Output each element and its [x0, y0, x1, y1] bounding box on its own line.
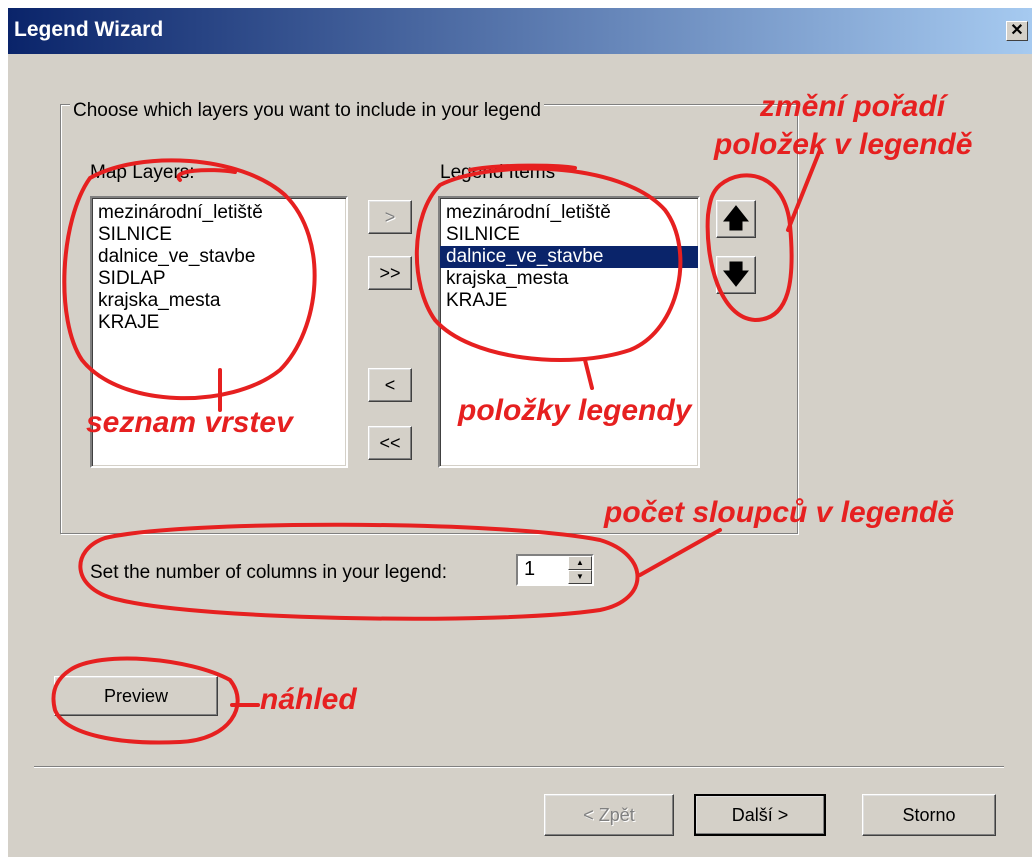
columns-spinner[interactable]: 1 ▲ ▼	[516, 554, 594, 586]
remove-layer-button[interactable]: <	[368, 368, 412, 402]
group-label: Choose which layers you want to include …	[70, 100, 544, 122]
annotation-layer-list: seznam vrstev	[86, 406, 293, 439]
list-item[interactable]: mezinárodní_letiště	[440, 202, 698, 224]
add-layer-button[interactable]: >	[368, 200, 412, 234]
list-item[interactable]: SILNICE	[92, 224, 346, 246]
arrow-up-icon: 🡅	[722, 203, 750, 233]
annotation-legend-items: položky legendy	[458, 394, 692, 427]
spinner-down-button[interactable]: ▼	[568, 570, 592, 584]
add-all-layers-button[interactable]: >>	[368, 256, 412, 290]
list-item[interactable]: dalnice_ve_stavbe	[92, 246, 346, 268]
annotation-preview: náhled	[260, 683, 357, 716]
annotation-reorder-line1: změní pořadí	[760, 90, 946, 123]
list-item[interactable]: mezinárodní_letiště	[92, 202, 346, 224]
list-item[interactable]: SILNICE	[440, 224, 698, 246]
footer-separator	[34, 766, 1004, 768]
list-item[interactable]: krajska_mesta	[92, 290, 346, 312]
list-item[interactable]: KRAJE	[92, 312, 346, 334]
annotation-column-count: počet sloupců v legendě	[604, 496, 955, 529]
list-item-selected[interactable]: dalnice_ve_stavbe	[440, 246, 698, 268]
remove-all-layers-button[interactable]: <<	[368, 426, 412, 460]
preview-button[interactable]: Preview	[54, 676, 218, 716]
map-layers-label: Map Layers:	[90, 162, 195, 183]
move-down-button[interactable]: 🡇	[716, 256, 756, 294]
window-title: Legend Wizard	[14, 18, 164, 41]
list-item[interactable]: krajska_mesta	[440, 268, 698, 290]
annotation-reorder-line2: položek v legendě	[714, 128, 973, 161]
spinner-up-button[interactable]: ▲	[568, 556, 592, 570]
legend-items-label: Legend Items	[440, 162, 556, 183]
next-button[interactable]: Další >	[694, 794, 826, 836]
columns-value[interactable]: 1	[524, 558, 535, 581]
back-button[interactable]: < Zpět	[544, 794, 674, 836]
arrow-down-icon: 🡇	[722, 259, 750, 289]
list-item[interactable]: KRAJE	[440, 290, 698, 312]
columns-label: Set the number of columns in your legend…	[90, 562, 447, 583]
cancel-button[interactable]: Storno	[862, 794, 996, 836]
close-button[interactable]: ✕	[1006, 21, 1028, 41]
move-up-button[interactable]: 🡅	[716, 200, 756, 238]
list-item[interactable]: SIDLAP	[92, 268, 346, 290]
title-bar[interactable]: Legend Wizard ✕	[8, 8, 1032, 54]
